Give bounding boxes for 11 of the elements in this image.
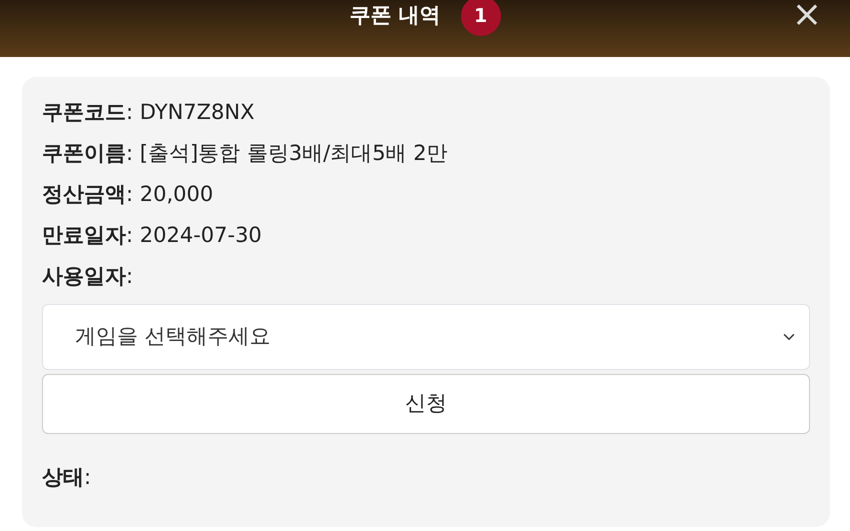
info-line: 쿠폰코드: DYN7Z8NX [42, 99, 256, 126]
info-line: 만료일자: 2024-07-30 [42, 222, 263, 249]
count-badge: 1 [460, 0, 501, 36]
info-line: 정산금액: 20,000 [42, 181, 214, 208]
info-line: 사용일자: [42, 263, 134, 290]
apply-button[interactable]: 신청 [42, 374, 810, 434]
status-line: 상태: [42, 464, 92, 491]
modal-title: 쿠폰 내역 [349, 2, 441, 29]
game-select[interactable]: 게임을 선택해주세요 [42, 304, 810, 370]
close-button[interactable]: × [792, 0, 822, 30]
info-line: 쿠폰이름: [출석]통합 롤링3배/최대5배 2만 [42, 140, 449, 167]
